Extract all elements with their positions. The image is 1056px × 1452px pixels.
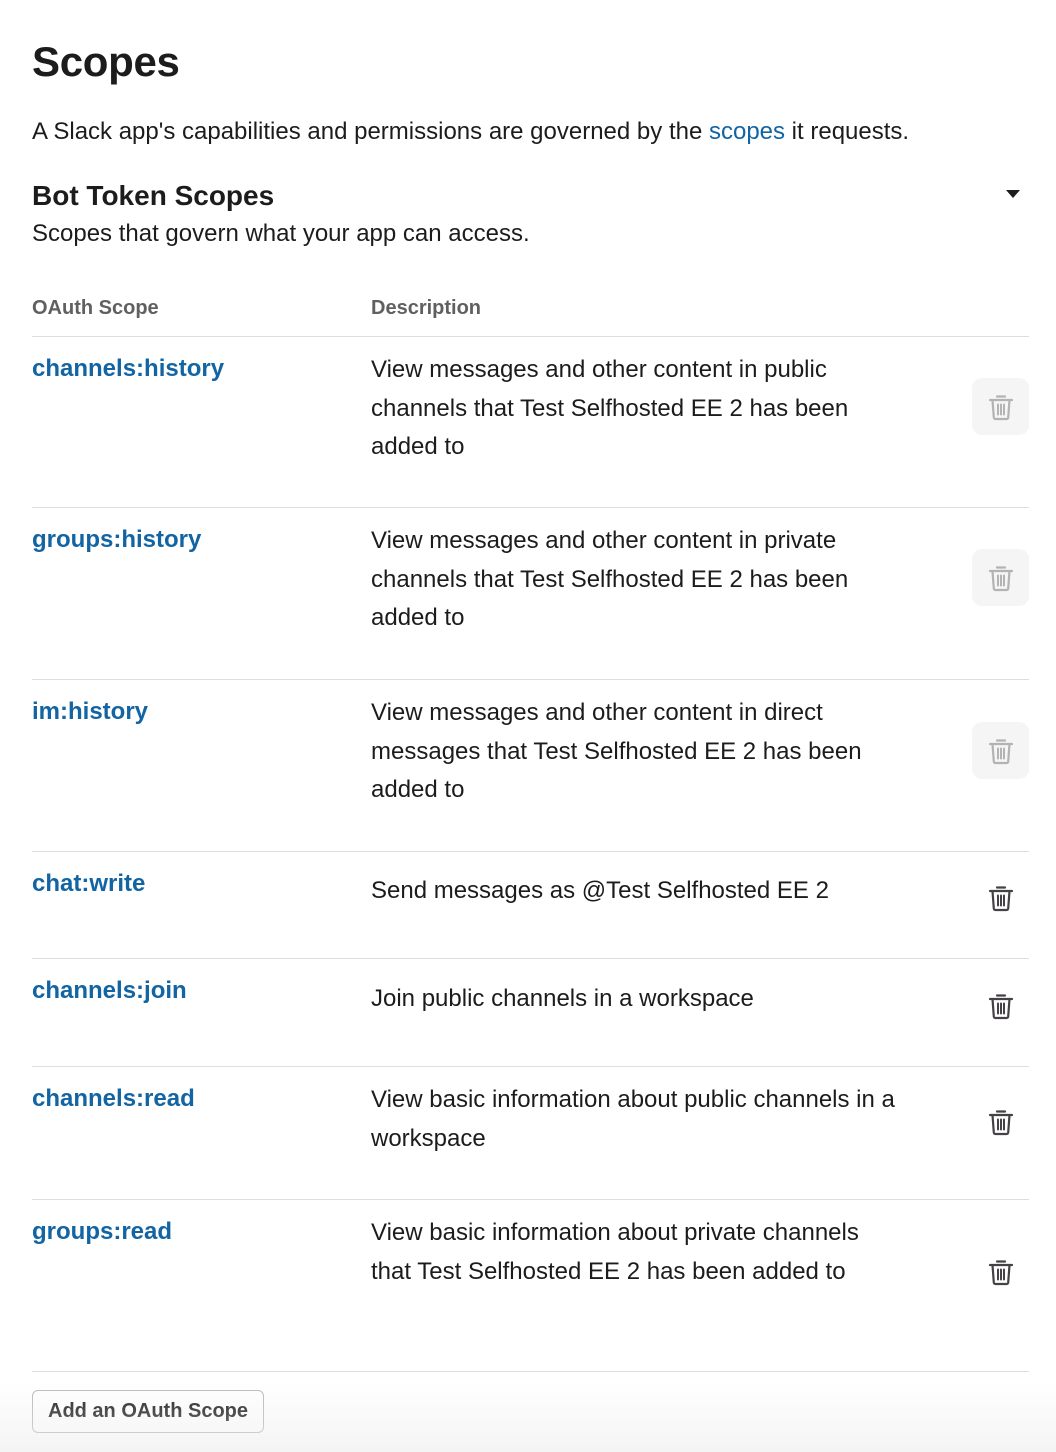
scope-name-link[interactable]: channels:read	[32, 1083, 195, 1115]
scope-name-link[interactable]: channels:history	[32, 353, 224, 385]
scope-row: chat:write Send messages as @Test Selfhos…	[32, 852, 1029, 959]
caret-down-icon	[1006, 190, 1020, 198]
remove-scope-button[interactable]	[972, 722, 1029, 779]
scope-row: channels:read View basic information abou…	[32, 1067, 1029, 1200]
remove-scope-button[interactable]	[972, 549, 1029, 606]
intro-text-start: A Slack app's capabilities and permissio…	[32, 118, 709, 145]
remove-scope-button[interactable]	[972, 378, 1029, 435]
intro-text: A Slack app's capabilities and permissio…	[32, 116, 909, 148]
column-header-oauth-scope: OAuth Scope	[32, 297, 159, 319]
scopes-table-body: channels:history View messages and other …	[32, 337, 1029, 1372]
trash-icon	[988, 1259, 1013, 1285]
scope-description: View messages and other content in publi…	[371, 356, 849, 460]
scopes-table-header: OAuth Scope Description	[32, 278, 1029, 337]
column-header-description: Description	[371, 297, 482, 319]
trash-icon	[988, 565, 1013, 591]
scope-row: im:history View messages and other conten…	[32, 680, 1029, 852]
scope-description: View messages and other content in direc…	[371, 699, 862, 803]
trash-icon	[988, 993, 1013, 1019]
trash-icon	[988, 1109, 1013, 1135]
scope-row: channels:history View messages and other …	[32, 337, 1029, 508]
scope-description: View basic information about public chan…	[371, 1086, 895, 1152]
remove-scope-button[interactable]	[972, 1243, 1029, 1300]
scope-name-link[interactable]: groups:history	[32, 524, 201, 556]
trash-icon	[988, 885, 1013, 911]
scope-name-link[interactable]: channels:join	[32, 975, 187, 1007]
trash-icon	[988, 738, 1013, 764]
add-oauth-scope-button[interactable]: Add an OAuth Scope	[32, 1390, 264, 1433]
scope-name-link[interactable]: im:history	[32, 696, 148, 728]
scope-row: groups:read View basic information about …	[32, 1200, 1029, 1372]
scopes-link[interactable]: scopes	[709, 118, 785, 145]
scope-description: View basic information about private cha…	[371, 1219, 859, 1285]
scope-description: Send messages as @Test Selfhosted EE 2	[371, 877, 829, 904]
scope-description: View messages and other content in priva…	[371, 527, 849, 631]
section-title: Bot Token Scopes	[32, 180, 275, 211]
page-title: Scopes	[32, 38, 180, 85]
section-collapse-toggle[interactable]	[997, 176, 1029, 212]
section-subtitle: Scopes that govern what your app can acc…	[32, 220, 530, 247]
scope-row: groups:history View messages and other co…	[32, 508, 1029, 680]
scope-name-link[interactable]: chat:write	[32, 868, 145, 900]
remove-scope-button[interactable]	[972, 869, 1029, 926]
scope-description: Join public channels in a workspace	[371, 985, 754, 1012]
remove-scope-button[interactable]	[972, 977, 1029, 1034]
scope-row: channels:join Join public channels in a w…	[32, 959, 1029, 1067]
intro-text-end: it requests.	[785, 118, 910, 145]
remove-scope-button[interactable]	[972, 1093, 1029, 1150]
scope-name-link[interactable]: groups:read	[32, 1216, 172, 1248]
trash-icon	[988, 394, 1013, 420]
